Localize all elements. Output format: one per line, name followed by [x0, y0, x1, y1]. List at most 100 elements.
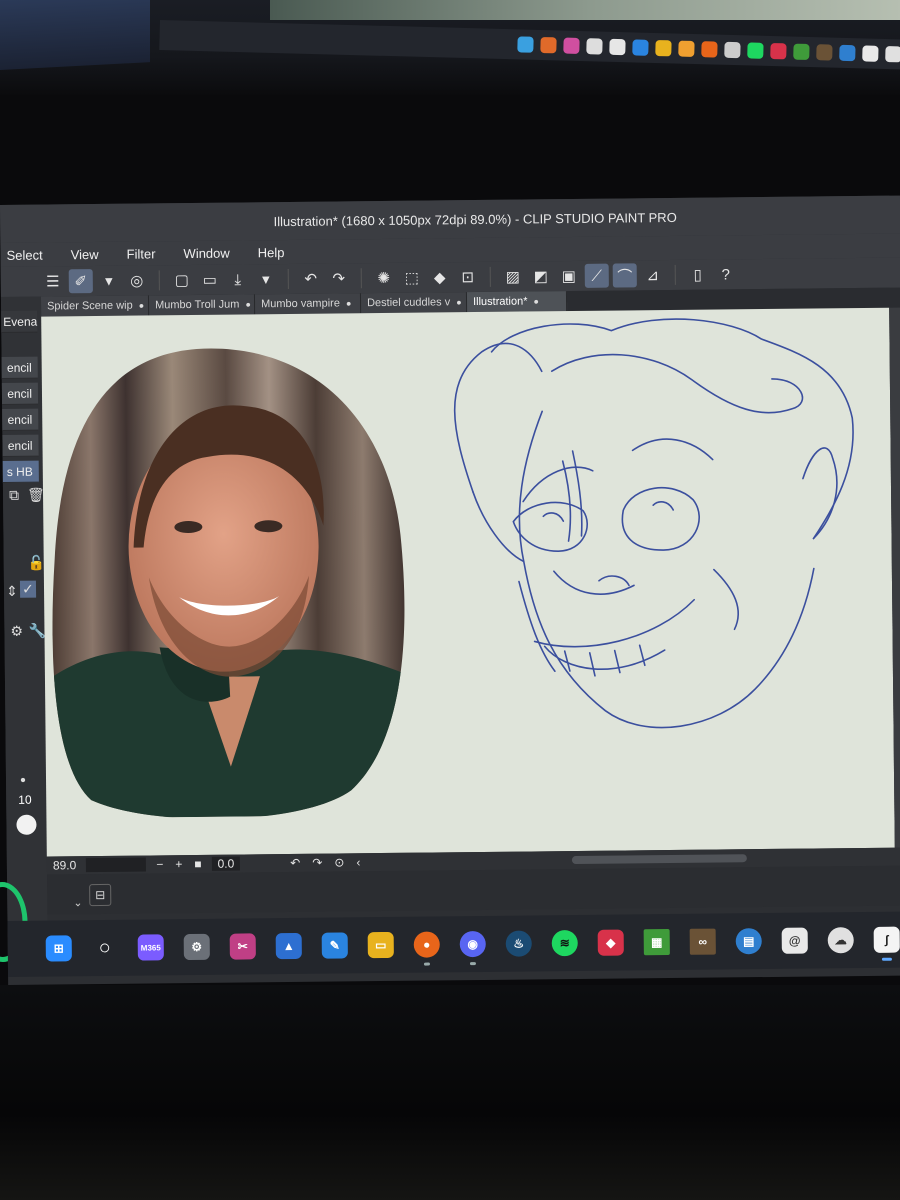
main-monitor-screen: Illustration* (1680 x 1050px 72dpi 89.0%… — [0, 195, 900, 1013]
save-dropdown-icon[interactable]: ▾ — [254, 267, 278, 291]
selection-border-icon[interactable]: ▣ — [557, 264, 581, 288]
brush-item[interactable]: encil — [1, 382, 39, 405]
brush-item[interactable]: encil — [2, 408, 39, 431]
app-glyph: ◉ — [467, 937, 479, 952]
separator — [158, 270, 160, 291]
snap-special-ruler-icon[interactable]: ⌒ — [612, 263, 637, 288]
loading-icon[interactable]: ✺ — [372, 266, 396, 290]
background-left-window — [0, 0, 150, 71]
flip-icon[interactable]: ‹ — [350, 855, 366, 869]
duplicate-icon[interactable]: ⧉ — [9, 487, 19, 504]
snap-ruler-icon[interactable]: ⟋ — [584, 263, 609, 288]
menu-icon[interactable]: ☰ — [41, 269, 65, 293]
menu-select[interactable]: Select — [6, 247, 42, 262]
app-glyph: ʃ — [884, 932, 889, 947]
drawing-canvas[interactable] — [41, 307, 895, 857]
brush-item[interactable]: encil — [2, 434, 39, 457]
redo-icon[interactable]: ↷ — [327, 266, 351, 290]
smartphone-icon[interactable]: ▯ — [686, 263, 710, 287]
minecraft-launcher-icon[interactable]: ∞ — [689, 928, 716, 955]
zoom-out-button[interactable]: − — [150, 857, 169, 871]
tab-close-icon[interactable]: ● — [245, 299, 251, 309]
canvas-horizontal-scrollbar[interactable] — [571, 854, 747, 865]
zoom-in-button[interactable]: + — [169, 857, 188, 871]
clear-icon[interactable]: ⬚ — [400, 266, 424, 290]
tab-destiel-cuddles[interactable]: Destiel cuddles v ● — [360, 292, 468, 314]
undo-icon[interactable]: ↶ — [299, 267, 323, 291]
stepper-icon[interactable]: ⇕ — [6, 583, 18, 600]
snipping-tool-icon[interactable]: ✂ — [229, 933, 256, 960]
new-file-icon[interactable]: ▢ — [170, 268, 194, 292]
tab-close-icon[interactable]: ● — [533, 296, 539, 306]
brush-item-selected[interactable]: s HB — [2, 460, 39, 483]
steam-icon[interactable]: ♨ — [505, 930, 532, 957]
selection-invert-icon[interactable]: ◩ — [529, 264, 553, 288]
settings-icon[interactable]: ⚙ — [10, 623, 23, 640]
brush-dot-icon: ● — [19, 774, 27, 786]
help-icon[interactable]: ? — [714, 262, 738, 286]
dropdown-icon[interactable]: ▾ — [97, 269, 121, 293]
panel-bottom-area: ⊟ ⌄ — [47, 865, 900, 915]
photo-scene: Illustration* (1680 x 1050px 72dpi 89.0%… — [0, 0, 900, 1200]
clip-studio-paint-icon[interactable]: ʃ — [873, 926, 900, 961]
rotate-right-icon[interactable]: ↷ — [306, 856, 328, 870]
lock-icon[interactable]: 🔓 — [28, 555, 46, 572]
stop-icon[interactable]: ■ — [188, 857, 207, 871]
panel-toggle-icon[interactable]: ⊟ — [89, 883, 112, 907]
pen-tool-icon[interactable]: ✐ — [68, 269, 93, 294]
microsoft-365-icon[interactable]: M365 — [137, 934, 164, 961]
snap-grid-icon[interactable]: ⊿ — [641, 263, 665, 287]
running-indicator — [881, 957, 892, 961]
remote-desktop-icon[interactable]: ▤ — [735, 928, 762, 955]
background-monitor — [0, 0, 900, 95]
zoom-field[interactable] — [86, 857, 147, 873]
fill-icon[interactable]: ◆ — [428, 265, 452, 289]
tool-property-panel: Evenan encil encil encil encil s HB ⧉ 🗑 … — [0, 296, 49, 1013]
selection-off-icon[interactable]: ▨ — [501, 265, 525, 289]
menu-help[interactable]: Help — [258, 245, 285, 260]
menu-window[interactable]: Window — [183, 245, 229, 260]
tab-illustration[interactable]: Illustration* ● — [466, 291, 568, 313]
tab-close-icon[interactable]: ● — [456, 297, 462, 307]
rotate-left-icon[interactable]: ↶ — [284, 856, 306, 870]
clip-studio-icon[interactable]: @ — [781, 927, 808, 954]
search-icon[interactable]: ○ — [92, 935, 118, 961]
wrench-icon[interactable]: 🔧 — [28, 623, 46, 640]
reference-photo — [49, 346, 407, 819]
photos-icon[interactable]: ▲ — [275, 932, 302, 960]
menu-view[interactable]: View — [71, 246, 99, 261]
clip-studio-icon[interactable]: ◎ — [125, 268, 149, 292]
firefox-icon[interactable]: ● — [413, 931, 440, 966]
color-swatch[interactable] — [16, 814, 37, 835]
tab-mumbo-vampire[interactable]: Mumbo vampire ● — [254, 293, 362, 315]
discord-icon[interactable]: ◉ — [459, 930, 486, 966]
check-icon[interactable]: ✓ — [19, 580, 36, 598]
windows-start-icon[interactable]: ⊞ — [45, 935, 72, 962]
tab-label: Destiel cuddles v — [366, 296, 451, 310]
running-indicator — [423, 962, 430, 966]
brush-item[interactable]: encil — [1, 356, 38, 379]
zoom-value[interactable]: 89.0 — [47, 858, 83, 872]
save-icon[interactable]: ⤓ — [226, 267, 250, 291]
tab-mumbo-troll[interactable]: Mumbo Troll Jum ● — [148, 294, 256, 316]
brush-size-value[interactable]: 10 — [18, 793, 32, 807]
reset-rotation-icon[interactable]: ⊙ — [328, 855, 350, 869]
tab-spider-scene[interactable]: Spider Scene wip ● — [40, 295, 150, 317]
tab-label: Mumbo Troll Jum — [154, 298, 240, 312]
settings-icon[interactable]: ⚙ — [183, 933, 210, 961]
menu-filter[interactable]: Filter — [127, 246, 156, 261]
open-folder-icon[interactable]: ▭ — [198, 268, 222, 292]
tab-label: Illustration* — [472, 295, 528, 309]
file-explorer-icon[interactable]: ▭ — [367, 931, 394, 959]
running-indicator — [469, 962, 476, 966]
sheep-app-icon[interactable]: ☁ — [827, 927, 854, 954]
pen-app-icon[interactable]: ✎ — [321, 932, 348, 959]
spotify-icon[interactable]: ≋ — [551, 929, 578, 957]
tab-close-icon[interactable]: ● — [139, 300, 145, 310]
rotation-field[interactable]: 0.0 — [211, 856, 241, 871]
transform-icon[interactable]: ⊡ — [456, 265, 480, 289]
game-app-icon[interactable]: ◆ — [597, 929, 624, 956]
collapse-icon[interactable]: ⌄ — [73, 896, 82, 909]
tab-close-icon[interactable]: ● — [346, 298, 352, 308]
minecraft-icon[interactable]: ▦ — [643, 929, 670, 956]
